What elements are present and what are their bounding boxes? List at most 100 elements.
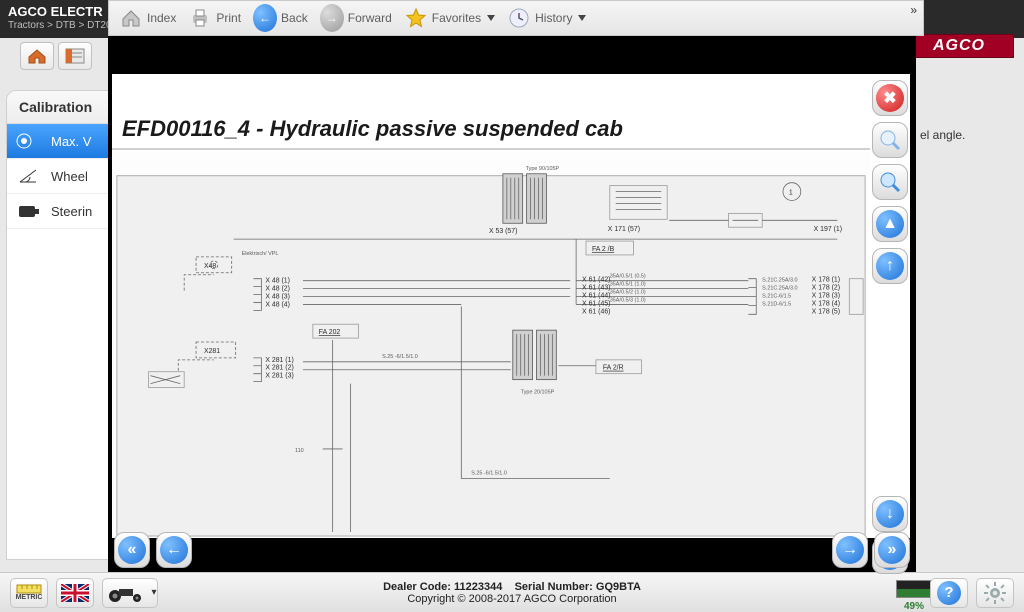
svg-text:X 48 (3): X 48 (3) [265, 293, 290, 300]
svg-text:Elektrisch/ VPL: Elektrisch/ VPL [242, 251, 279, 257]
main-toolbar: Index Print ← Back → Forward Favorites H… [108, 0, 924, 36]
toolbar-overflow-icon[interactable]: » [910, 3, 917, 17]
help-button[interactable]: ? [930, 578, 968, 608]
svg-text:X 61 (42): X 61 (42) [582, 277, 610, 284]
svg-text:X 61 (46): X 61 (46) [582, 308, 610, 315]
svg-text:X 171 (57): X 171 (57) [608, 226, 640, 233]
svg-text:X 61 (44): X 61 (44) [582, 292, 610, 299]
dealer-code-label: Dealer Code: [383, 581, 451, 593]
diagram-viewer: EFD00116_4 - Hydraulic passive suspended… [108, 36, 916, 572]
forward-icon: → [320, 6, 344, 30]
vbar-spacer [872, 290, 910, 490]
page-last-button[interactable]: » [874, 532, 910, 568]
svg-text:X281: X281 [204, 348, 220, 355]
svg-text:Type 90/105P: Type 90/105P [526, 166, 560, 172]
motor-icon [15, 200, 43, 222]
calibration-item-label: Steerin [51, 204, 92, 219]
svg-text:35A/0.5/1 (1.0): 35A/0.5/1 (1.0) [610, 282, 646, 288]
footer-center: Dealer Code: 11223344 Serial Number: GQ9… [383, 581, 641, 605]
vehicle-select-button[interactable]: ▾ [102, 578, 158, 608]
svg-text:S.21C.25A/3.0: S.21C.25A/3.0 [762, 286, 797, 292]
chevron-double-up-icon: ▲ [876, 210, 904, 238]
toolbar-label: History [535, 11, 572, 25]
breadcrumb[interactable]: Tractors > DTB > DT205 [8, 20, 117, 31]
app-title: AGCO ELECTR [8, 4, 103, 19]
chevron-down-icon: ↓ [876, 500, 904, 528]
toolbar-label: Forward [348, 11, 392, 25]
svg-text:35A/0.5/3 (1.0): 35A/0.5/3 (1.0) [610, 297, 646, 303]
svg-text:X 178 (2): X 178 (2) [812, 285, 840, 292]
forward-button[interactable]: → Forward [316, 4, 396, 32]
svg-text:X 61 (45): X 61 (45) [582, 300, 610, 307]
chevron-double-right-icon: » [878, 536, 906, 564]
zoom-in-button[interactable] [872, 164, 908, 200]
brand-logo: AGCO [904, 34, 1014, 58]
serial-label: Serial Number: [515, 581, 593, 593]
metric-toggle-button[interactable]: METRIC [10, 578, 48, 608]
right-info-text: el angle. [920, 128, 1020, 142]
help-icon: ? [937, 581, 961, 605]
serial-value: GQ9BTA [596, 581, 641, 593]
angle-icon [15, 165, 43, 187]
diagram-area[interactable]: Type 90/105P X 53 (57) X 171 (57) 1 X 19… [112, 152, 870, 538]
footer-bar: METRIC ▾ Dealer Code: 11223344 [0, 572, 1024, 612]
svg-text:S.21C-6/1.5: S.21C-6/1.5 [762, 293, 791, 299]
settings-button[interactable] [976, 578, 1014, 608]
magnifier-plus-icon [878, 170, 902, 194]
svg-text:35A/0.5/1 (0.5): 35A/0.5/1 (0.5) [610, 274, 646, 280]
svg-text:X 197 (1): X 197 (1) [814, 226, 842, 233]
svg-text:S.21C.25A/3.0: S.21C.25A/3.0 [762, 278, 797, 284]
svg-text:X 61 (43): X 61 (43) [582, 285, 610, 292]
tractor-icon [103, 583, 149, 603]
back-button[interactable]: ← Back [249, 4, 312, 32]
star-icon [404, 6, 428, 30]
chevron-left-icon: ← [160, 536, 188, 564]
svg-text:S.21D-6/1.5: S.21D-6/1.5 [762, 301, 791, 307]
home-button[interactable] [20, 42, 54, 70]
svg-text:X 48 (4): X 48 (4) [265, 301, 290, 308]
layout-button[interactable] [58, 42, 92, 70]
scroll-top-button[interactable]: ▲ [872, 206, 908, 242]
svg-text:35A/0.5/2 (1.0): 35A/0.5/2 (1.0) [610, 290, 646, 296]
chevron-right-icon: → [836, 536, 864, 564]
home-icon [119, 6, 143, 30]
index-button[interactable]: Index [115, 4, 180, 32]
layout-icon [64, 47, 86, 65]
svg-text:X 178 (4): X 178 (4) [812, 300, 840, 307]
svg-text:FA 2/R: FA 2/R [603, 365, 624, 372]
scroll-down-button[interactable]: ↓ [872, 496, 908, 532]
language-button[interactable] [56, 578, 94, 608]
diagram-title: EFD00116_4 - Hydraulic passive suspended… [112, 110, 633, 148]
chevron-double-left-icon: « [118, 536, 146, 564]
toolbar-label: Index [147, 11, 176, 25]
close-icon: ✖ [876, 84, 904, 112]
toolbar-label: Print [216, 11, 241, 25]
calibration-item-label: Wheel [51, 169, 88, 184]
ruler-icon [16, 584, 42, 594]
page-next-button[interactable]: → [832, 532, 868, 568]
dropdown-icon [487, 15, 495, 21]
svg-text:X 178 (5): X 178 (5) [812, 308, 840, 315]
svg-text:X 178 (1): X 178 (1) [812, 277, 840, 284]
page-first-button[interactable]: « [114, 532, 150, 568]
svg-text:X 281 (1): X 281 (1) [265, 357, 293, 364]
svg-text:X 281 (3): X 281 (3) [265, 373, 293, 380]
print-button[interactable]: Print [184, 4, 245, 32]
scroll-up-button[interactable]: ↑ [872, 248, 908, 284]
wheel-icon [15, 130, 43, 152]
toolbar-label: Favorites [432, 11, 481, 25]
zoom-out-button[interactable] [872, 122, 908, 158]
svg-text:X 178 (3): X 178 (3) [812, 292, 840, 299]
schematic-svg: Type 90/105P X 53 (57) X 171 (57) 1 X 19… [112, 152, 870, 538]
close-button[interactable]: ✖ [872, 80, 908, 116]
viewer-vertical-toolbar: ✖ ▲ ↑ ↓ ▼ [872, 80, 910, 574]
svg-text:X 53 (57): X 53 (57) [489, 228, 517, 235]
svg-text:S.25 -6/1.5/1.0: S.25 -6/1.5/1.0 [471, 471, 507, 477]
dropdown-icon [578, 15, 586, 21]
svg-text:FA 202: FA 202 [319, 329, 341, 336]
page-prev-button[interactable]: ← [156, 532, 192, 568]
history-button[interactable]: History [503, 4, 590, 32]
svg-text:X 48 (2): X 48 (2) [265, 286, 290, 293]
printer-icon [188, 6, 212, 30]
favorites-button[interactable]: Favorites [400, 4, 499, 32]
